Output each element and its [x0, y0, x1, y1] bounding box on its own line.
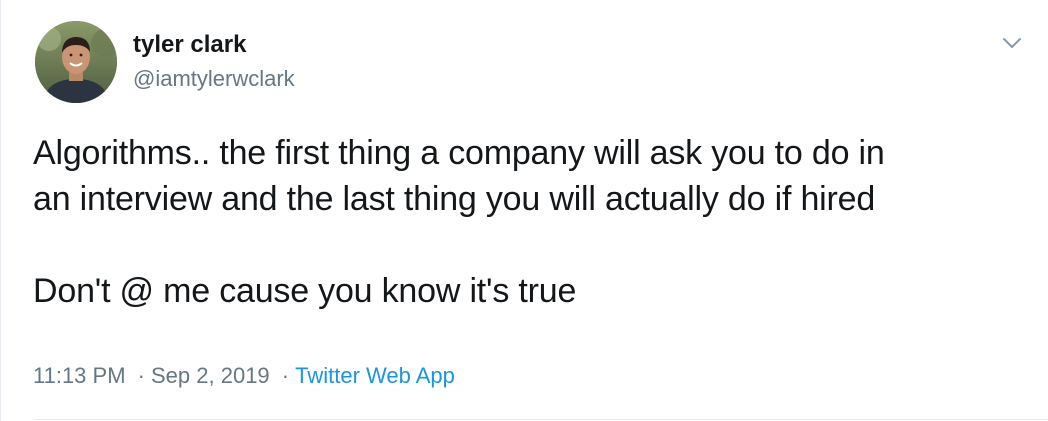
tweet-meta: 11:13 PM · Sep 2, 2019 · Twitter Web App — [33, 362, 455, 390]
tweet-date[interactable]: Sep 2, 2019 — [151, 363, 270, 388]
tweet-source-link[interactable]: Twitter Web App — [295, 363, 455, 388]
tweet-card: tyler clark @iamtylerwclark Algorithms..… — [0, 0, 1048, 421]
chevron-down-icon — [1003, 38, 1021, 48]
tweet-menu-button[interactable] — [999, 30, 1025, 56]
display-name[interactable]: tyler clark — [133, 30, 246, 60]
meta-separator: · — [137, 363, 145, 388]
divider — [34, 419, 1048, 420]
avatar[interactable] — [35, 21, 117, 103]
tweet-text-line: Don't @ me cause you know it's true — [33, 272, 577, 310]
tweet-text-line: Algorithms.. the first thing a company w… — [33, 134, 885, 172]
user-handle[interactable]: @iamtylerwclark — [133, 65, 295, 93]
tweet-text-line: an interview and the last thing you will… — [33, 180, 876, 218]
tweet-timestamp[interactable]: 11:13 PM — [33, 363, 126, 388]
tweet-text: Algorithms.. the first thing a company w… — [33, 130, 1033, 314]
user-avatar-photo-icon — [35, 21, 117, 103]
meta-separator: · — [281, 363, 290, 388]
